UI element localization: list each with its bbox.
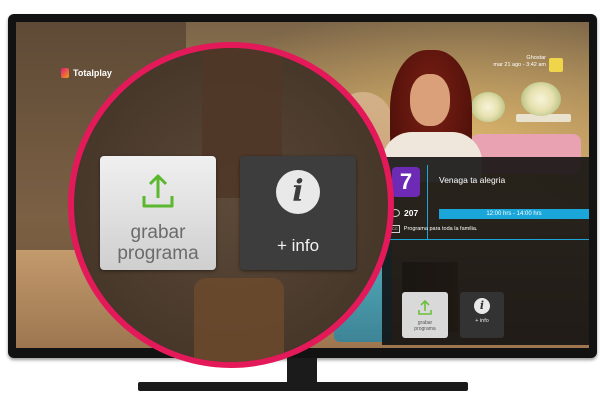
clock-line2: mar 21 ago - 3:42 am — [493, 62, 546, 68]
record-label-line1: grabar — [130, 222, 186, 243]
program-title: Venaga ta alegria — [439, 175, 506, 185]
brand-logo-text: Totalplay — [73, 68, 112, 78]
info-button-label: + info — [276, 236, 320, 255]
zoom-callout: grabar programa i + info — [68, 42, 394, 368]
program-description-row: CC Programa para toda la familia. — [390, 225, 477, 233]
program-description: Programa para toda la familia. — [403, 226, 478, 232]
weather-icon — [549, 58, 563, 72]
info-button[interactable]: i + info — [240, 156, 356, 270]
tv-frame: Totalplay Ghostar mar 21 ago - 3:42 am 7… — [8, 14, 597, 368]
callout-background-boot — [194, 278, 284, 362]
record-label-line2: programa — [117, 243, 199, 264]
info-icon: i — [276, 170, 320, 214]
record-small-label-2: programa — [414, 326, 436, 332]
presenter-face — [410, 74, 450, 126]
brand-logo: Totalplay — [61, 66, 112, 80]
clock-display: Ghostar mar 21 ago - 3:42 am — [442, 55, 546, 69]
channel-number: 207 — [404, 208, 419, 218]
info-button-small[interactable]: i + info — [460, 292, 504, 338]
upload-icon — [142, 174, 174, 208]
record-button[interactable]: grabar programa — [100, 156, 216, 270]
brand-logo-icon — [61, 68, 69, 78]
channel-number-row: 207 — [390, 208, 418, 218]
tv-stand-base — [138, 382, 468, 391]
channel-logo: 7 — [392, 167, 420, 197]
info-icon: i — [474, 298, 490, 314]
upload-icon — [418, 299, 432, 315]
record-button-label: grabar programa — [100, 222, 216, 264]
background-flowers — [521, 82, 561, 116]
clock-line1: Ghostar — [526, 55, 546, 61]
record-button-small[interactable]: grabar programa — [402, 292, 448, 338]
program-info-panel: 7 Venaga ta alegria 207 12:00 hrs - 14:0… — [382, 157, 589, 345]
panel-divider-horizontal — [390, 239, 589, 240]
info-small-label: + info — [475, 318, 489, 324]
background-flowers — [471, 92, 505, 122]
tv-stand-neck — [287, 358, 317, 382]
program-time-bar: 12:00 hrs - 14:00 hrs — [439, 209, 589, 219]
